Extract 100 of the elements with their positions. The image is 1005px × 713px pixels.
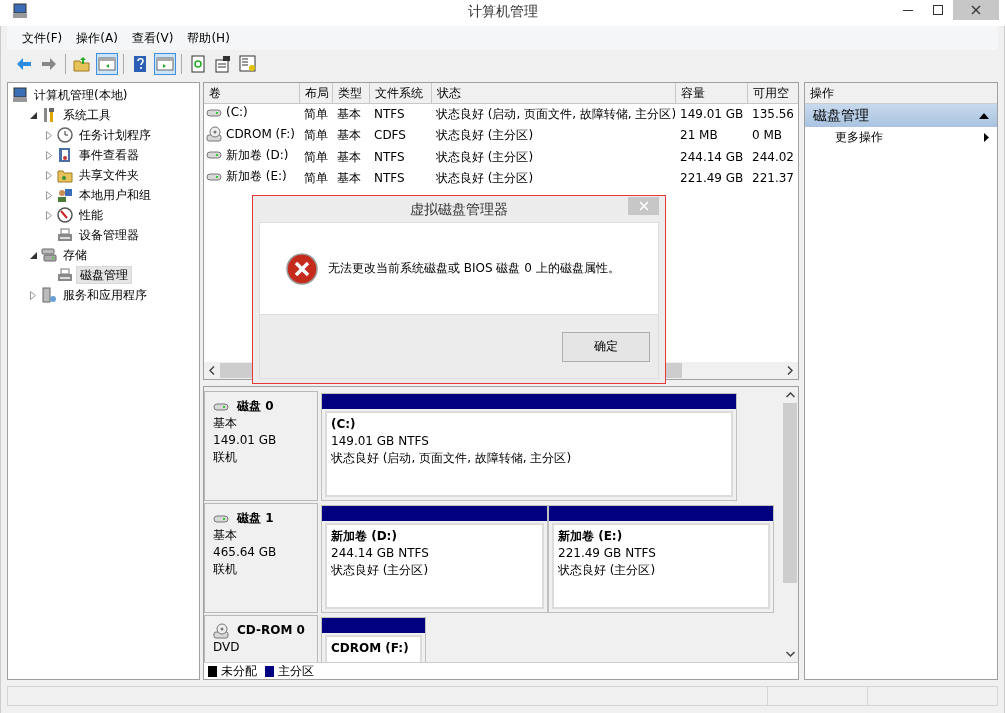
tree-item[interactable]: 共享文件夹 xyxy=(76,166,142,184)
help-icon xyxy=(131,55,149,73)
collapsed-arrow-icon[interactable] xyxy=(46,130,52,140)
section-title: 磁盘管理 xyxy=(813,107,869,125)
table-cell: 基本 xyxy=(337,149,361,164)
scroll-right-icon[interactable] xyxy=(787,366,793,375)
tree-item[interactable]: 系统工具 xyxy=(60,106,114,124)
disk-detail: 基本 xyxy=(213,527,238,544)
settings-icon xyxy=(239,55,257,73)
scrollbar-thumb[interactable] xyxy=(783,403,797,583)
maximize-icon xyxy=(933,5,943,15)
tree-item[interactable]: 任务计划程序 xyxy=(76,126,154,144)
table-cell: 149.01 GB xyxy=(680,107,744,121)
table-cell: NTFS xyxy=(374,107,405,121)
tree-item[interactable]: 本地用户和组 xyxy=(76,186,154,204)
menu-item[interactable]: 文件(F) xyxy=(15,28,70,48)
table-cell: 状态良好 (主分区) xyxy=(436,149,534,164)
computer-icon xyxy=(12,87,28,103)
disk-info-panel[interactable]: 磁盘 1 基本 465.64 GB 联机 xyxy=(204,503,318,613)
disk-info-panel[interactable]: 磁盘 0 基本 149.01 GB 联机 xyxy=(204,391,318,501)
partition-block[interactable]: (C:) 149.01 GB NTFS 状态良好 (启动, 页面文件, 故障转储, 主分区) xyxy=(321,393,737,501)
actions-section-header[interactable]: 磁盘管理 xyxy=(805,104,997,128)
partition-status: 状态良好 (启动, 页面文件, 故障转储, 主分区) xyxy=(331,450,573,467)
event-log-icon xyxy=(57,147,73,163)
tree-item[interactable]: 磁盘管理 xyxy=(76,265,132,285)
tree-item[interactable]: 设备管理器 xyxy=(76,226,142,244)
tree-item[interactable]: 计算机管理(本地) xyxy=(31,86,131,104)
menu-item[interactable]: 查看(V) xyxy=(124,28,181,48)
table-cell: 135.56 xyxy=(752,107,794,121)
gauge-icon xyxy=(57,207,73,223)
tree-item[interactable]: 性能 xyxy=(76,206,106,224)
column-header[interactable]: 卷 xyxy=(204,83,299,103)
action-item[interactable]: 更多操作 xyxy=(835,130,883,145)
expanded-arrow-icon[interactable] xyxy=(29,251,37,259)
close-button[interactable] xyxy=(628,197,659,215)
tree-item[interactable]: 存储 xyxy=(60,246,90,264)
server-icon xyxy=(41,287,57,303)
table-cell: 新加卷 (E:) xyxy=(226,169,287,184)
disk-detail: DVD xyxy=(213,639,241,656)
disk-name: 磁盘 1 xyxy=(237,510,274,527)
scroll-left-icon[interactable] xyxy=(209,366,215,375)
scroll-down-icon[interactable] xyxy=(785,651,795,657)
partition-block[interactable]: 新加卷 (E:) 221.49 GB NTFS 状态良好 (主分区) xyxy=(548,505,774,613)
collapse-arrow-icon[interactable] xyxy=(979,112,989,119)
disk-detail: 联机 xyxy=(213,449,238,466)
disk-name: CD-ROM 0 xyxy=(237,622,305,639)
column-header[interactable]: 容量 xyxy=(675,83,747,103)
clock-icon xyxy=(57,127,73,143)
disk-detail: 149.01 GB xyxy=(213,432,278,449)
table-cell: 简单 xyxy=(304,128,328,143)
forward-arrow-icon xyxy=(40,55,58,73)
menu-item[interactable]: 操作(A) xyxy=(69,28,125,48)
minimize-icon xyxy=(903,9,913,11)
table-cell: 简单 xyxy=(304,171,328,186)
properties-icon xyxy=(214,55,232,73)
scroll-up-icon[interactable] xyxy=(785,392,795,398)
collapsed-arrow-icon[interactable] xyxy=(46,150,52,160)
menu-item[interactable]: 帮助(H) xyxy=(180,28,237,48)
partition-label: (C:) xyxy=(331,416,357,433)
column-header[interactable]: 状态 xyxy=(431,83,675,103)
table-cell: NTFS xyxy=(374,171,405,186)
tree-item[interactable]: 事件查看器 xyxy=(76,146,142,164)
column-header[interactable]: 文件系统 xyxy=(369,83,431,103)
dialog-message: 无法更改当前系统磁盘或 BIOS 磁盘 0 上的磁盘属性。 xyxy=(328,261,620,276)
partition-block[interactable]: 新加卷 (D:) 244.14 GB NTFS 状态良好 (主分区) xyxy=(321,505,548,613)
folder-up-icon xyxy=(73,55,91,73)
table-cell: 简单 xyxy=(304,107,328,121)
actions-header: 操作 xyxy=(805,83,997,105)
collapsed-arrow-icon[interactable] xyxy=(46,210,52,220)
close-icon xyxy=(971,5,981,15)
table-cell: 状态良好 (主分区) xyxy=(436,128,534,143)
disk-detail: 基本 xyxy=(213,415,238,432)
partition-info: 149.01 GB NTFS xyxy=(331,433,430,450)
column-header[interactable]: 可用空 xyxy=(747,83,798,103)
expanded-arrow-icon[interactable] xyxy=(29,111,37,119)
table-cell: (C:) xyxy=(226,105,248,120)
tree-item[interactable]: 服务和应用程序 xyxy=(60,286,150,304)
computer-icon xyxy=(12,3,28,19)
printer-icon xyxy=(57,267,73,283)
collapsed-arrow-icon[interactable] xyxy=(30,290,36,300)
table-cell: 0 MB xyxy=(752,128,783,143)
partition-status: 状态良好 (主分区) xyxy=(331,562,430,579)
table-cell: 简单 xyxy=(304,149,328,164)
column-header[interactable]: 类型 xyxy=(332,83,369,103)
table-cell: 状态良好 (启动, 页面文件, 故障转储, 主分区) xyxy=(436,107,675,121)
collapsed-arrow-icon[interactable] xyxy=(46,170,52,180)
partition-block[interactable]: CDROM (F:) xyxy=(321,617,426,662)
collapsed-arrow-icon[interactable] xyxy=(46,190,52,200)
cd-drive-icon xyxy=(213,622,229,639)
cd-drive-icon xyxy=(206,125,222,142)
partition-label: 新加卷 (D:) xyxy=(331,528,398,545)
table-cell: 状态良好 (主分区) xyxy=(436,171,534,186)
table-cell: 新加卷 (D:) xyxy=(226,148,289,163)
partition-label: 新加卷 (E:) xyxy=(558,528,624,545)
table-cell: 221.37 xyxy=(752,171,794,186)
ok-button[interactable]: 确定 xyxy=(562,331,650,362)
table-cell: 基本 xyxy=(337,171,361,186)
column-header[interactable]: 布局 xyxy=(299,83,332,103)
table-cell: CDFS xyxy=(374,128,406,143)
legend-label: 未分配 xyxy=(221,663,257,679)
